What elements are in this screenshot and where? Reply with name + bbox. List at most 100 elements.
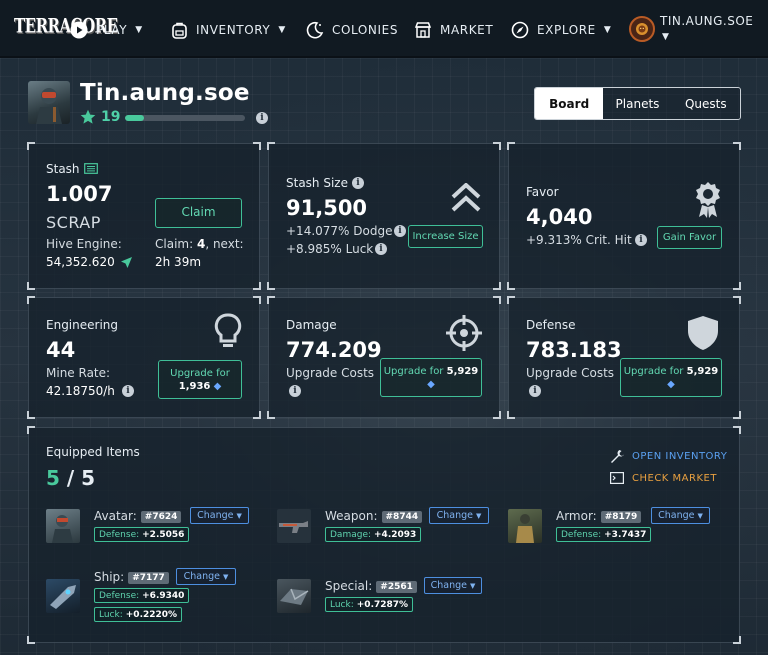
avatar-item-id: #7624 [140,511,182,523]
profile-avatar[interactable] [28,81,70,124]
upgrade-defense-button[interactable]: Upgrade for 5,929 ◆ [620,358,722,397]
ship-stat-defense: Defense: +6.9340 [94,588,190,603]
info-icon[interactable]: i [122,385,134,397]
chevron-down-icon: ▼ [603,25,612,35]
upgrade-label: Upgrade for [170,367,230,379]
special-item-label: Special: [325,579,373,593]
damage-title: Damage [286,318,337,332]
stash-title: Stash [46,162,80,176]
upgrade-cost: 5,929 [686,365,719,377]
info-icon[interactable]: i [529,385,541,397]
info-icon[interactable]: i [375,243,387,255]
change-armor-button[interactable]: Change ▼ [651,507,710,524]
chevron-down-icon: ▼ [135,25,143,35]
claim-info-prefix: Claim: [155,237,197,251]
caret-down-icon: ▼ [236,511,242,520]
armor-item-id: #8179 [600,511,642,523]
ledger-icon [84,163,98,174]
special-thumbnail[interactable] [277,579,311,613]
weapon-item-label: Weapon: [325,509,378,523]
shop-icon [414,22,432,38]
check-market-label: CHECK MARKET [632,472,717,484]
info-icon[interactable]: i [256,112,268,124]
claim-info-suffix: , next: [205,237,244,251]
info-icon[interactable]: i [352,177,364,189]
star-icon [80,109,96,124]
info-icon[interactable]: i [289,385,301,397]
avatar-item: Avatar: #7624 [94,509,182,523]
chevron-down-icon: ▼ [278,25,286,35]
stat-label: Defense: [99,529,140,540]
hive-engine-value: 54,352.620 [46,255,115,269]
upgrade-cost: 1,936 [178,380,211,392]
chevron-down-icon[interactable]: ▼ [662,32,669,42]
crosshair-icon [446,315,482,351]
info-icon[interactable]: i [394,225,406,237]
equipped-items-title: Equipped Items [46,445,140,459]
nav-explore[interactable]: EXPLORE ▼ [511,20,611,40]
armor-item-icon [516,514,534,543]
avatar-item-icon [52,515,73,543]
award-badge-icon [696,182,720,218]
send-icon[interactable] [120,256,133,269]
open-inventory-link[interactable]: OPEN INVENTORY [610,449,727,463]
next-claim-time: 2h 39m [155,255,202,269]
nav-colonies[interactable]: COLONIES [306,20,398,40]
equipped-count-current: 5 [46,466,60,490]
moon-icon [306,21,324,39]
stash-unit: SCRAP [46,213,101,232]
armor-item-label: Armor: [556,509,597,523]
change-special-button[interactable]: Change ▼ [424,577,482,594]
weapon-stat: Damage: +4.2093 [325,527,422,542]
crystal-icon: ◆ [213,380,222,392]
ship-stat-luck: Luck: +0.2220% [94,607,183,622]
change-weapon-button[interactable]: Change ▼ [429,507,489,524]
caret-down-icon: ▼ [697,511,703,520]
tab-board[interactable]: Board [535,88,604,119]
stat-label: Defense: [561,529,602,540]
nav-market[interactable]: MARKET [414,20,493,40]
avatar-thumbnail[interactable] [46,509,80,543]
nav-play[interactable]: PLAY ▼ [70,20,143,40]
stat-value: +0.7287% [356,599,409,610]
upgrade-damage-button[interactable]: Upgrade for 5,929 ◆ [380,358,482,397]
claim-button[interactable]: Claim [155,198,242,228]
user-menu-name[interactable]: TIN.AUNG.SOE [660,14,753,28]
change-avatar-button[interactable]: Change ▼ [190,507,249,524]
mine-rate-value: 42.18750/h [46,384,115,398]
caret-down-icon: ▼ [470,581,476,590]
special-item-icon [280,588,309,605]
ship-thumbnail[interactable] [46,579,80,613]
double-chevron-up-icon [451,183,481,212]
upgrade-cost: 5,929 [446,365,479,377]
nav-colonies-label: COLONIES [332,23,399,37]
nav-inventory[interactable]: INVENTORY ▼ [171,20,286,40]
weapon-thumbnail[interactable] [277,509,311,543]
upgrade-costs-label: Upgrade Costs [286,366,375,380]
ship-item-id: #7177 [128,572,169,584]
crystal-icon: ◆ [667,378,675,390]
tab-quests[interactable]: Quests [671,88,740,119]
tab-planets[interactable]: Planets [603,88,672,119]
compass-icon [511,21,529,39]
upgrade-engineering-button[interactable]: Upgrade for 1,936 ◆ [158,360,242,399]
increase-size-button[interactable]: Increase Size [408,225,483,248]
wrench-icon [611,450,624,463]
engineering-title: Engineering [46,318,118,332]
upgrade-label: Upgrade for [383,365,444,377]
defense-value: 783.183 [526,338,622,362]
stat-label: Luck: [330,599,354,610]
check-market-link[interactable]: CHECK MARKET [610,472,717,484]
upgrade-costs-label: Upgrade Costs [526,366,615,380]
change-ship-button[interactable]: Change ▼ [176,568,236,585]
nav-market-label: MARKET [440,23,494,37]
equipped-count-sep: / [66,466,75,490]
gain-favor-button[interactable]: Gain Favor [657,226,722,249]
level-number: 19 [101,109,121,125]
info-icon[interactable]: i [635,234,647,246]
crystal-icon: ◆ [427,378,435,390]
armor-thumbnail[interactable] [508,509,542,543]
user-avatar[interactable] [629,16,655,42]
stat-label: Damage: [330,529,372,540]
view-tabs: Board Planets Quests [534,87,741,120]
